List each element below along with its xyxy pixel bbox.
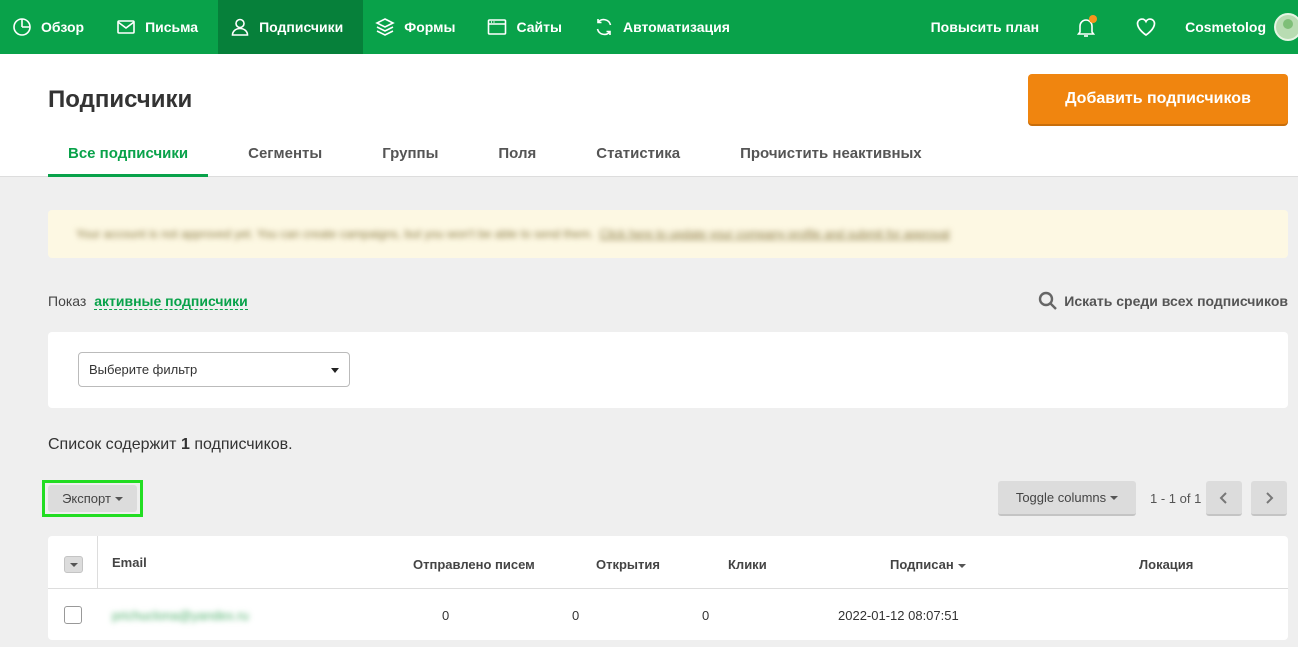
page-title: Подписчики <box>48 86 193 113</box>
row-checkbox[interactable] <box>64 606 82 624</box>
nav-item-forms[interactable]: Формы <box>363 0 475 54</box>
subscriber-email[interactable]: prichuclona@yandex.ru <box>112 608 249 623</box>
search-icon <box>1039 291 1058 310</box>
add-subscribers-button[interactable]: Добавить подписчиков <box>1028 74 1288 124</box>
nav-item-label: Обзор <box>41 19 85 35</box>
caret-down-icon <box>114 496 123 501</box>
col-subscribed[interactable]: Подписан <box>890 557 966 572</box>
page-header: Подписчики Добавить подписчиков Все подп… <box>0 54 1298 177</box>
nav-item-overview[interactable]: Обзор <box>0 0 104 54</box>
nav-item-label: Сайты <box>516 19 562 35</box>
top-nav: Обзор Письма Подписчики Формы Сайты Авто… <box>0 0 1298 54</box>
dashboard-icon <box>13 18 31 36</box>
subscriber-tabs: Все подписчики Сегменты Группы Поля Стат… <box>48 130 962 177</box>
notice-text: Your account is not approved yet. You ca… <box>76 227 950 241</box>
search-all-subscribers-link[interactable]: Искать среди всех подписчиков <box>1038 291 1288 311</box>
tab-all-subscribers[interactable]: Все подписчики <box>48 130 209 177</box>
tab-groups[interactable]: Группы <box>362 130 458 177</box>
tab-fields[interactable]: Поля <box>478 130 556 177</box>
next-page-button[interactable] <box>1251 481 1287 516</box>
account-notice: Your account is not approved yet. You ca… <box>48 210 1288 258</box>
toggle-columns-button[interactable]: Toggle columns <box>998 481 1136 516</box>
select-all-dropdown[interactable] <box>64 556 83 573</box>
table-header: Email Отправлено писем Открытия Клики По… <box>48 536 1288 589</box>
mail-icon <box>117 20 135 34</box>
avatar[interactable] <box>1274 13 1298 41</box>
col-clicks[interactable]: Клики <box>728 557 767 572</box>
prev-page-button[interactable] <box>1206 481 1242 516</box>
chevron-right-icon <box>1266 491 1274 504</box>
refresh-icon <box>596 18 612 36</box>
clicks-count: 0 <box>702 608 710 623</box>
chevron-down-icon <box>331 368 339 373</box>
nav-item-label: Подписчики <box>259 19 344 35</box>
pagination-info: 1 - 1 of 1 <box>1150 491 1202 506</box>
upgrade-plan-link[interactable]: Повысить план <box>931 19 1040 35</box>
subscriber-count: Список содержит 1 подписчиков. <box>48 436 293 453</box>
chevron-left-icon <box>1219 491 1227 504</box>
col-sent[interactable]: Отправлено писем <box>413 557 535 572</box>
showing-filter: Показ активные подписчики <box>48 293 248 310</box>
export-highlight: Экспорт <box>42 480 143 517</box>
tab-clean-inactive[interactable]: Прочистить неактивных <box>720 130 942 177</box>
filter-select[interactable]: Выберите фильтр <box>78 352 350 387</box>
nav-item-label: Формы <box>404 19 456 35</box>
nav-item-subscribers[interactable]: Подписчики <box>218 0 364 54</box>
table-row[interactable]: prichuclona@yandex.ru 0 0 0 2022-01-12 0… <box>48 590 1288 640</box>
browser-icon <box>488 19 507 35</box>
subscribed-date: 2022-01-12 08:07:51 <box>838 608 959 623</box>
nav-item-sites[interactable]: Сайты <box>475 0 582 54</box>
subscribers-table: Email Отправлено писем Открытия Клики По… <box>48 536 1288 640</box>
nav-item-letters[interactable]: Письма <box>104 0 218 54</box>
col-opens[interactable]: Открытия <box>596 557 660 572</box>
heart-icon[interactable] <box>1135 16 1157 38</box>
nav-item-label: Автоматизация <box>622 19 730 35</box>
notice-link[interactable]: Click here to update your company profil… <box>600 227 950 241</box>
opens-count: 0 <box>572 608 580 623</box>
nav-item-label: Письма <box>145 19 199 35</box>
col-location[interactable]: Локация <box>1139 557 1193 572</box>
export-button[interactable]: Экспорт <box>48 485 137 512</box>
active-subscribers-link[interactable]: активные подписчики <box>94 293 248 310</box>
col-email[interactable]: Email <box>112 555 147 570</box>
sent-count: 0 <box>442 608 450 623</box>
filter-card: Выберите фильтр <box>48 332 1288 408</box>
account-name[interactable]: Cosmetolog <box>1185 19 1266 35</box>
caret-down-icon <box>1110 495 1119 500</box>
layers-icon <box>375 18 396 36</box>
tab-segments[interactable]: Сегменты <box>228 130 342 177</box>
tab-statistics[interactable]: Статистика <box>576 130 700 177</box>
notifications-button[interactable] <box>1075 15 1098 38</box>
sort-caret-icon <box>957 563 966 568</box>
nav-item-automation[interactable]: Автоматизация <box>582 0 750 54</box>
user-icon <box>231 18 249 36</box>
